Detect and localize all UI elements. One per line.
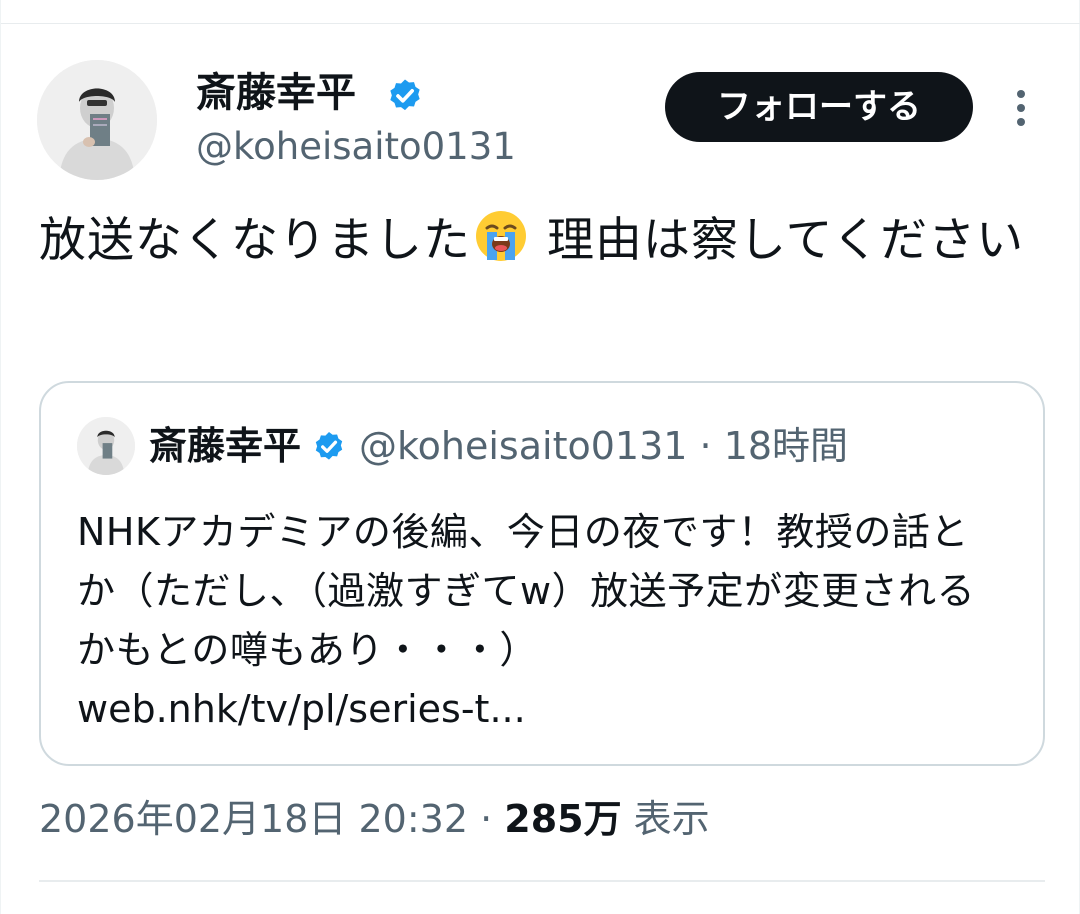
bottom-divider <box>39 880 1045 882</box>
verified-badge-icon <box>311 426 347 462</box>
follow-button[interactable]: フォローする <box>665 72 973 142</box>
meta-separator: · <box>468 797 505 841</box>
quoted-author-avatar <box>77 417 135 475</box>
views-label: 表示 <box>621 797 710 841</box>
top-divider <box>1 23 1080 24</box>
quoted-author-name: 斎藤幸平 <box>149 424 302 468</box>
quoted-tweet-text: NHKアカデミアの後編、今日の夜です！教授の話とか（ただし、（過激すぎてw）放送… <box>77 510 976 672</box>
author-display-name[interactable]: 斎藤幸平 <box>196 67 356 119</box>
quoted-tweet-time: 18時間 <box>723 424 849 468</box>
tweet-text: 放送なくなりました 理由は察してください <box>39 205 1049 277</box>
tweet-meta: 2026年02月18日 20:32 · 285万 表示 <box>39 791 710 847</box>
tweet-text-part-2: 理由は察してください <box>531 213 1025 268</box>
meta-separator: · <box>687 424 724 468</box>
tweet-text-part-1: 放送なくなりました <box>39 213 471 268</box>
author-handle[interactable]: @koheisaito0131 <box>196 122 516 172</box>
quoted-tweet-card[interactable]: 斎藤幸平 @koheisaito0131 · 18時間 NHKアカデミアの後編、… <box>39 381 1045 766</box>
quoted-tweet-header: 斎藤幸平 @koheisaito0131 · 18時間 <box>149 421 848 471</box>
tweet-detail-view: 斎藤幸平 @koheisaito0131 フォローする 放送なくなりました 理由… <box>0 0 1080 914</box>
tweet-timestamp[interactable]: 2026年02月18日 20:32 <box>39 797 468 841</box>
quoted-tweet-link[interactable]: web.nhk/tv/pl/series-t... <box>77 680 526 739</box>
views-count: 285万 <box>504 797 622 841</box>
loudly-crying-face-icon <box>473 208 529 264</box>
verified-badge-icon <box>385 75 425 115</box>
more-vertical-icon[interactable] <box>1006 86 1036 130</box>
author-avatar[interactable] <box>37 60 157 180</box>
quoted-author-handle: @koheisaito0131 <box>359 424 688 468</box>
